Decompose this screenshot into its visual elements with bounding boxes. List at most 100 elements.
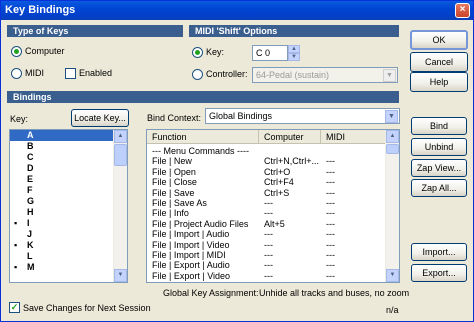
key-radio[interactable] (192, 47, 203, 58)
list-item[interactable]: G (10, 196, 127, 207)
shift-key-field[interactable]: C 0 (252, 45, 288, 61)
scroll-up-icon[interactable]: ▲ (386, 130, 399, 143)
bind-button[interactable]: Bind (411, 117, 467, 135)
computer-radio-label: Computer (25, 46, 65, 56)
list-item[interactable]: ▪ M (10, 262, 127, 273)
midi-shift-options-header: MIDI 'Shift' Options (189, 25, 399, 37)
table-header: Function Computer MIDI (147, 130, 387, 144)
column-header-function[interactable]: Function (147, 130, 259, 144)
bound-marker-icon: ▪ (14, 240, 18, 250)
cell-function: File | Import | Video (152, 239, 230, 250)
column-header-computer[interactable]: Computer (259, 130, 321, 144)
cell-function: File | Import | Audio (152, 229, 230, 240)
scroll-down-icon[interactable]: ▼ (386, 269, 399, 282)
table-row[interactable]: File | Import | Video --- --- (147, 240, 387, 251)
list-item[interactable]: ▪ I (10, 218, 127, 229)
cell-midi: --- (326, 229, 335, 240)
table-row[interactable]: File | Export | Video --- --- (147, 271, 387, 282)
table-row[interactable]: File | New Ctrl+N,Ctrl+... --- (147, 156, 387, 167)
cell-function: File | Info (152, 208, 189, 219)
key-list-scrollbar[interactable]: ▲ ▼ (113, 130, 127, 282)
computer-radio[interactable] (11, 46, 22, 57)
list-item[interactable]: A (10, 130, 127, 141)
key-label: M (27, 262, 35, 272)
cell-computer: Alt+5 (264, 218, 285, 229)
cell-midi: --- (326, 270, 335, 281)
midi-radio[interactable] (11, 68, 22, 79)
table-row[interactable]: File | Save As --- --- (147, 198, 387, 209)
key-list[interactable]: A B C D E F G H ▪ I J ▪ K L ▪ M ▲ ▼ (9, 129, 128, 283)
list-item[interactable]: H (10, 207, 127, 218)
key-label: J (27, 229, 33, 239)
cell-function: File | Save (152, 187, 195, 198)
controller-radio-label: Controller: (206, 69, 248, 79)
spin-up-icon[interactable]: ▲ (288, 45, 300, 53)
scroll-thumb[interactable] (386, 144, 399, 154)
table-row[interactable]: File | Close Ctrl+F4 --- (147, 177, 387, 188)
ok-button[interactable]: OK (410, 30, 468, 50)
list-item[interactable]: J (10, 229, 127, 240)
table-row[interactable]: File | Import | MIDI --- --- (147, 250, 387, 261)
cell-computer: --- (264, 239, 273, 250)
cell-function: File | Open (152, 166, 196, 177)
cell-function: File | Save As (152, 198, 207, 208)
table-row[interactable]: File | Info --- --- (147, 208, 387, 219)
cell-function: File | New (152, 156, 192, 167)
table-row[interactable]: --- Menu Commands ---- (147, 146, 387, 157)
bound-marker-icon: ▪ (14, 218, 18, 228)
table-row[interactable]: File | Import | Audio --- --- (147, 229, 387, 240)
controller-select: 64-Pedal (sustain) ▼ (252, 67, 398, 83)
bindings-table[interactable]: Function Computer MIDI --- Menu Commands… (146, 129, 400, 283)
cell-computer: Ctrl+F4 (264, 177, 294, 188)
global-key-assignment-label: Global Key Assignment: (163, 288, 259, 298)
save-changes-checkbox[interactable]: ✓ (9, 302, 20, 313)
table-row[interactable]: File | Project Audio Files Alt+5 --- (147, 219, 387, 230)
chevron-down-icon: ▼ (383, 69, 396, 82)
cell-midi: --- (326, 177, 335, 188)
export-button[interactable]: Export... (411, 264, 467, 282)
table-row[interactable]: File | Open Ctrl+O --- (147, 167, 387, 178)
chevron-down-icon[interactable]: ▼ (385, 110, 398, 123)
zap-all-button[interactable]: Zap All... (411, 179, 467, 197)
scroll-thumb[interactable] (114, 144, 127, 166)
table-row[interactable]: File | Export | Audio --- --- (147, 260, 387, 271)
cell-computer: --- (264, 198, 273, 208)
spin-down-icon[interactable]: ▼ (288, 53, 300, 61)
cell-computer: Ctrl+O (264, 166, 291, 177)
help-button[interactable]: Help (410, 72, 468, 92)
scroll-up-icon[interactable]: ▲ (114, 130, 127, 143)
table-scrollbar[interactable]: ▲ ▼ (385, 130, 399, 282)
controller-radio[interactable] (192, 69, 203, 80)
cell-function: --- Menu Commands ---- (152, 146, 250, 156)
list-item[interactable]: E (10, 174, 127, 185)
cell-midi: --- (326, 187, 335, 198)
controller-select-value: 64-Pedal (sustain) (256, 70, 330, 80)
list-item[interactable]: B (10, 141, 127, 152)
list-item[interactable]: L (10, 251, 127, 262)
bound-marker-icon: ▪ (14, 262, 18, 272)
list-item[interactable]: ▪ K (10, 240, 127, 251)
scroll-down-icon[interactable]: ▼ (114, 269, 127, 282)
cell-midi: --- (326, 239, 335, 250)
column-header-midi[interactable]: MIDI (321, 130, 387, 144)
zap-view-button[interactable]: Zap View... (411, 159, 467, 177)
list-item[interactable]: C (10, 152, 127, 163)
cell-function: File | Import | MIDI (152, 250, 226, 260)
key-list-items: A B C D E F G H ▪ I J ▪ K L ▪ M (10, 130, 127, 273)
key-label: A (27, 130, 34, 140)
cell-function: File | Project Audio Files (152, 218, 249, 229)
unbind-button[interactable]: Unbind (411, 138, 467, 156)
key-label: H (27, 207, 34, 217)
import-button[interactable]: Import... (411, 243, 467, 261)
cell-midi: --- (326, 208, 335, 219)
window-title: Key Bindings (5, 4, 76, 16)
cancel-button[interactable]: Cancel (410, 52, 468, 72)
list-item[interactable]: D (10, 163, 127, 174)
list-item[interactable]: F (10, 185, 127, 196)
cell-midi: --- (326, 166, 335, 177)
enabled-checkbox[interactable] (65, 68, 76, 79)
locate-key-button[interactable]: Locate Key... (71, 109, 129, 127)
close-icon[interactable]: × (455, 3, 470, 18)
table-row[interactable]: File | Save Ctrl+S --- (147, 188, 387, 199)
bind-context-select[interactable]: Global Bindings ▼ (205, 108, 400, 124)
